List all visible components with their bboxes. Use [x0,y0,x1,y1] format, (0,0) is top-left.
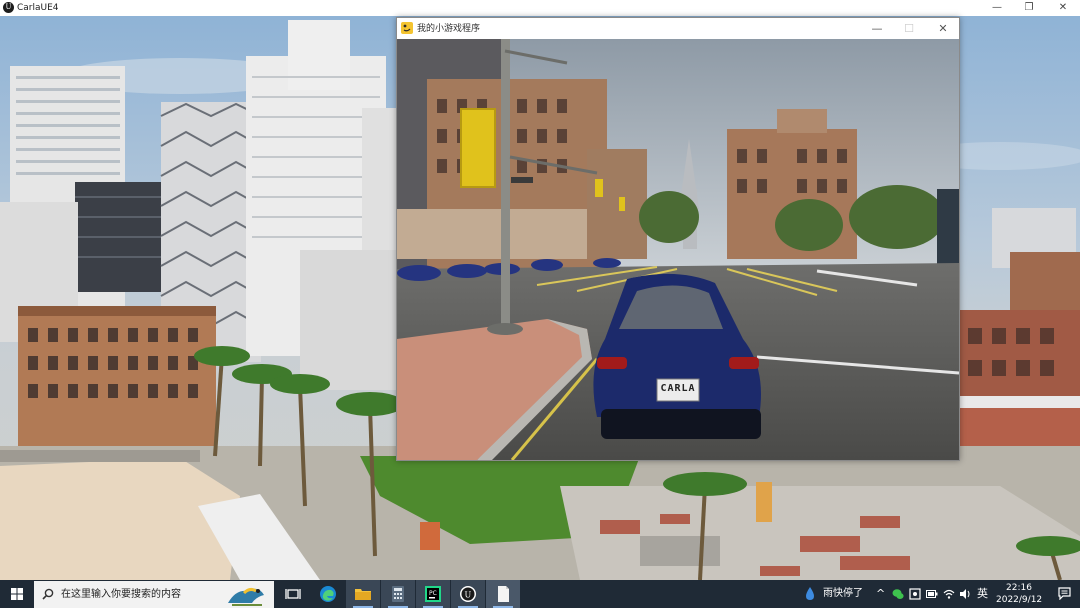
license-plate-text: CARLA [660,383,696,394]
notification-icon [1058,587,1071,600]
battery-icon[interactable] [926,589,938,599]
game-window-title: 我的小游戏程序 [417,24,481,34]
wifi-icon[interactable] [943,588,955,600]
unreal-engine-icon: U [460,586,476,602]
task-view-button[interactable] [276,580,310,608]
game-close-button[interactable]: ✕ [927,18,959,39]
main-window-title: CarlaUE4 [17,3,59,13]
show-hidden-icons-chevron-icon[interactable]: ^ [876,580,885,608]
game-maximize-button[interactable]: ☐ [893,18,925,39]
edge-browser-icon [320,586,336,602]
main-minimize-button[interactable]: — [980,0,1014,16]
game-scene-illustration [397,39,959,460]
svg-text:PC: PC [429,590,437,597]
windows-logo-icon [11,588,23,600]
clock-time: 22:16 [1006,583,1032,593]
taskbar-file-explorer-button[interactable] [346,580,380,608]
taskbar-search-box[interactable]: 在这里输入你要搜索的内容 [34,581,274,608]
taskbar-unreal-button[interactable]: U [451,580,485,608]
rain-weather-icon[interactable] [805,586,815,602]
search-icon [42,588,54,600]
calculator-icon [392,586,404,602]
traffic-light-shape [460,108,496,188]
screen-capture-tray-icon[interactable] [909,588,921,600]
unreal-app-icon: U [3,2,14,13]
taskbar-pycharm-button[interactable]: PC [416,580,450,608]
pycharm-icon: PC [425,586,441,602]
pygame-window: 我的小游戏程序 — ☐ ✕ CARLA [396,17,960,461]
taskbar-notepad-button[interactable] [486,580,520,608]
search-highlight-bird-icon [228,587,264,606]
taskbar-clock[interactable]: 22:16 2022/9/12 [996,582,1042,606]
start-button[interactable] [0,580,34,608]
windows-taskbar: 在这里输入你要搜索的内容 PC U 雨快停了 ^ 英 22:16 2022/9/… [0,580,1080,608]
notepad-document-icon [498,586,509,602]
weather-status-text[interactable]: 雨快停了 [823,580,863,608]
clock-date: 2022/9/12 [996,595,1043,605]
main-maximize-button[interactable]: ❐ [1012,0,1046,16]
search-placeholder: 在这里输入你要搜索的内容 [61,589,181,600]
input-method-indicator[interactable]: 英 [977,580,988,608]
game-titlebar[interactable]: 我的小游戏程序 — ☐ ✕ [397,18,959,39]
game-minimize-button[interactable]: — [861,18,893,39]
wechat-tray-icon[interactable] [892,588,904,600]
main-close-button[interactable]: ✕ [1046,0,1080,16]
file-explorer-icon [355,589,371,600]
taskbar-edge-button[interactable] [311,580,345,608]
action-center-button[interactable] [1049,580,1080,608]
taskbar-calculator-button[interactable] [381,580,415,608]
task-view-icon [285,589,301,599]
game-camera-view[interactable]: CARLA [397,39,959,460]
main-titlebar[interactable]: U CarlaUE4 — ❐ ✕ [0,0,1080,16]
svg-text:U: U [465,591,472,600]
pygame-snake-icon [401,22,413,34]
speaker-volume-icon[interactable] [959,588,971,600]
